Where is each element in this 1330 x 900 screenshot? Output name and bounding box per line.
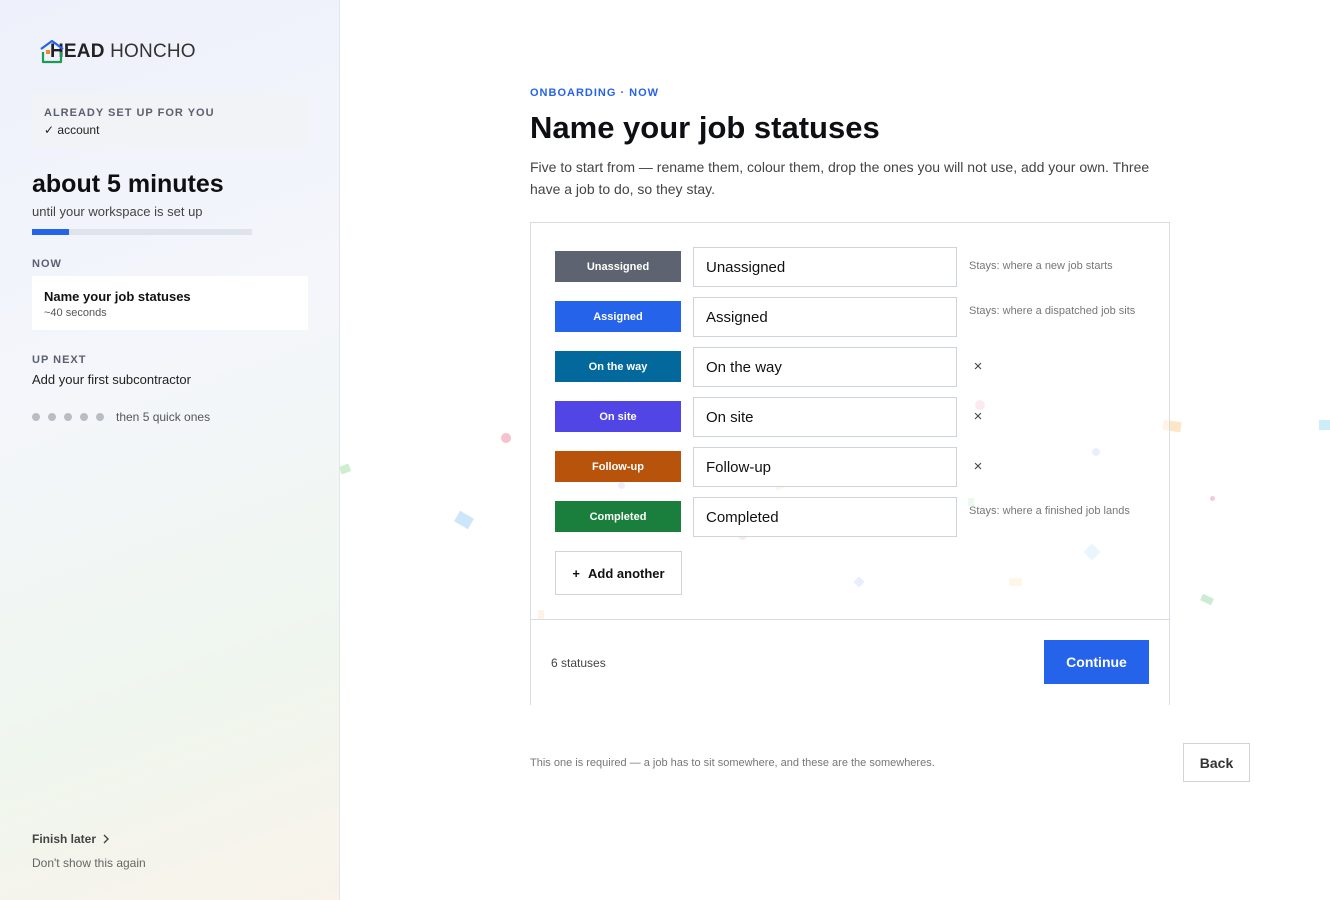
status-color-chip[interactable]: On the way [555,351,681,382]
status-color-chip[interactable]: Follow-up [555,451,681,482]
status-color-chip[interactable]: Unassigned [555,251,681,282]
up-next-caption: UP NEXT [32,354,87,366]
onboarding-progress-bar [32,229,252,235]
status-name-input[interactable] [693,497,957,537]
status-required-note: Stays: where a finished job lands [969,505,1130,517]
now-caption: NOW [32,258,62,270]
status-row: On the way × [555,347,1155,387]
status-name-input[interactable] [693,447,957,487]
step-dot [80,413,88,421]
current-step-title: Name your job statuses [44,289,191,304]
status-row: Unassigned Stays: where a new job starts [555,247,1155,287]
step-dot [32,413,40,421]
current-step-time: ~40 seconds [44,307,107,319]
next-step-title: Add your first subcontractor [32,372,191,387]
current-step-card: Name your job statuses ~40 seconds [32,276,308,330]
already-setup-caption: ALREADY SET UP FOR YOU [44,107,215,119]
status-row: Assigned Stays: where a dispatched job si… [555,297,1155,337]
status-row: On site × [555,397,1155,437]
status-name-input[interactable] [693,297,957,337]
page-description: Five to start from — rename them, colour… [530,159,1150,197]
remove-status-icon[interactable]: × [969,458,987,476]
continue-button[interactable]: Continue [1044,640,1149,684]
time-estimate-sub: until your workspace is set up [32,204,203,219]
already-setup-card: ALREADY SET UP FOR YOU ✓ account [32,94,308,148]
status-color-chip[interactable]: Completed [555,501,681,532]
status-required-note: Stays: where a new job starts [969,260,1113,272]
add-status-button[interactable]: + Add another [555,551,682,595]
chevron-right-icon [103,834,110,844]
onboarding-sidebar: HEAD HONCHO ALREADY SET UP FOR YOU ✓ acc… [0,0,340,900]
step-dot [48,413,56,421]
status-row: Completed Stays: where a finished job lan… [555,497,1155,537]
time-estimate: about 5 minutes [32,170,224,198]
finish-later-link[interactable]: Finish later [32,832,110,846]
required-note: This one is required — a job has to sit … [530,757,935,769]
plus-icon: + [572,565,581,581]
step-dot [64,413,72,421]
status-required-note: Stays: where a dispatched job sits [969,305,1136,317]
remaining-steps-text: then 5 quick ones [116,410,211,424]
step-dot [96,413,104,421]
remove-status-icon[interactable]: × [969,408,987,426]
status-color-chip[interactable]: On site [555,401,681,432]
status-name-input[interactable] [693,247,957,287]
dont-show-again-link[interactable]: Don't show this again [32,856,146,870]
setup-item-account: ✓ account [44,123,100,137]
status-color-chip[interactable]: Assigned [555,301,681,332]
logo-house-icon [40,39,64,64]
back-button[interactable]: Back [1183,743,1250,782]
status-count: 6 statuses [551,656,606,670]
add-status-label: Add another [588,565,665,581]
status-name-input[interactable] [693,347,957,387]
progress-fill [32,229,70,235]
remaining-steps: then 5 quick ones [32,410,210,424]
panel-footer: 6 statuses Continue [531,619,1169,705]
brand-logo: HEAD HONCHO [38,38,196,66]
finish-later-label: Finish later [32,832,97,846]
status-name-input[interactable] [693,397,957,437]
brand-name: HEAD HONCHO [50,41,196,62]
step-eyebrow: ONBOARDING · NOW [530,87,660,99]
remove-status-icon[interactable]: × [969,358,987,376]
status-row: Follow-up × [555,447,1155,487]
page-title: Name your job statuses [530,110,880,145]
statuses-panel: Unassigned Stays: where a new job starts A… [530,222,1170,705]
